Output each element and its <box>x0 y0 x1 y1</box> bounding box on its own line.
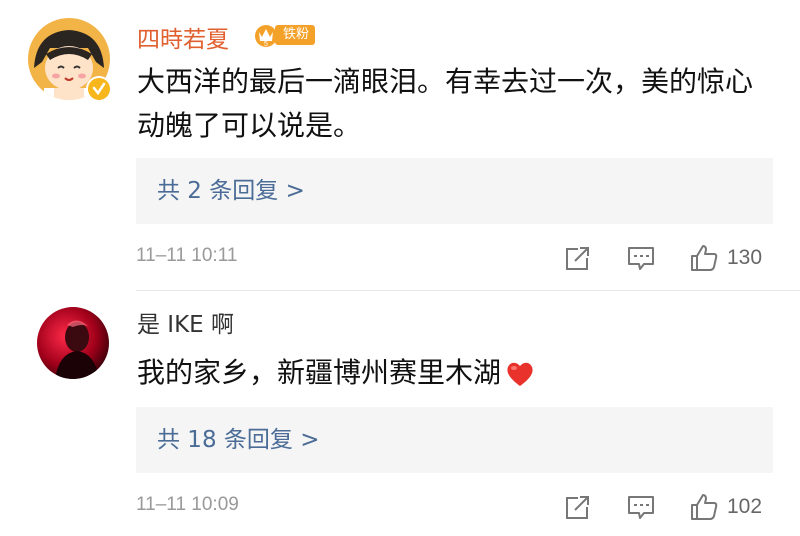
timestamp: 11–11 10:09 <box>136 494 239 515</box>
comment-item: 四時若夏 5 铁粉 大西洋的最后一滴眼泪。有幸去过一次，美的惊心动魄了可以说是。… <box>0 0 800 290</box>
user-avatar[interactable] <box>28 18 112 102</box>
heart-emoji-icon <box>507 362 533 386</box>
user-avatar[interactable] <box>37 307 109 379</box>
comment-item: 是 IKE 啊 我的家乡，新疆博州赛里木湖 共 18 条回复 > 11–11 1… <box>0 291 800 536</box>
comment-footer: 11–11 10:09 102 <box>136 490 772 524</box>
view-replies-button[interactable]: 共 2 条回复 > <box>136 158 773 224</box>
verified-badge-icon <box>86 76 112 102</box>
like-button[interactable]: 130 <box>689 241 762 275</box>
comment-button[interactable] <box>626 490 656 524</box>
comment-icon <box>628 496 654 519</box>
comment-text-body: 我的家乡，新疆博州赛里木湖 <box>137 356 502 389</box>
fan-badge-label: 铁粉 <box>275 25 316 45</box>
red-photo-avatar-icon <box>37 307 109 379</box>
comment-footer: 11–11 10:11 130 <box>136 241 772 275</box>
share-icon <box>566 246 590 270</box>
svg-text:5: 5 <box>264 41 268 48</box>
comment-text: 大西洋的最后一滴眼泪。有幸去过一次，美的惊心动魄了可以说是。 <box>137 65 754 142</box>
username[interactable]: 是 IKE 啊 <box>137 305 234 339</box>
comment-icon <box>628 247 654 270</box>
like-count: 102 <box>727 495 763 518</box>
share-icon <box>566 495 590 519</box>
like-button[interactable]: 102 <box>689 490 762 524</box>
share-button[interactable] <box>564 490 592 524</box>
replies-label: 共 2 条回复 > <box>157 178 305 204</box>
comment-text: 我的家乡，新疆博州赛里木湖 <box>137 351 777 395</box>
thumbs-up-icon <box>691 245 718 271</box>
view-replies-button[interactable]: 共 18 条回复 > <box>136 407 773 473</box>
share-button[interactable] <box>564 241 592 275</box>
fan-badge[interactable]: 5 铁粉 <box>253 22 316 48</box>
thumbs-up-icon <box>691 494 718 520</box>
like-count: 130 <box>727 246 763 269</box>
timestamp: 11–11 10:11 <box>136 245 238 266</box>
username[interactable]: 四時若夏 <box>137 20 229 54</box>
replies-label: 共 18 条回复 > <box>157 427 320 453</box>
comment-button[interactable] <box>626 241 656 275</box>
